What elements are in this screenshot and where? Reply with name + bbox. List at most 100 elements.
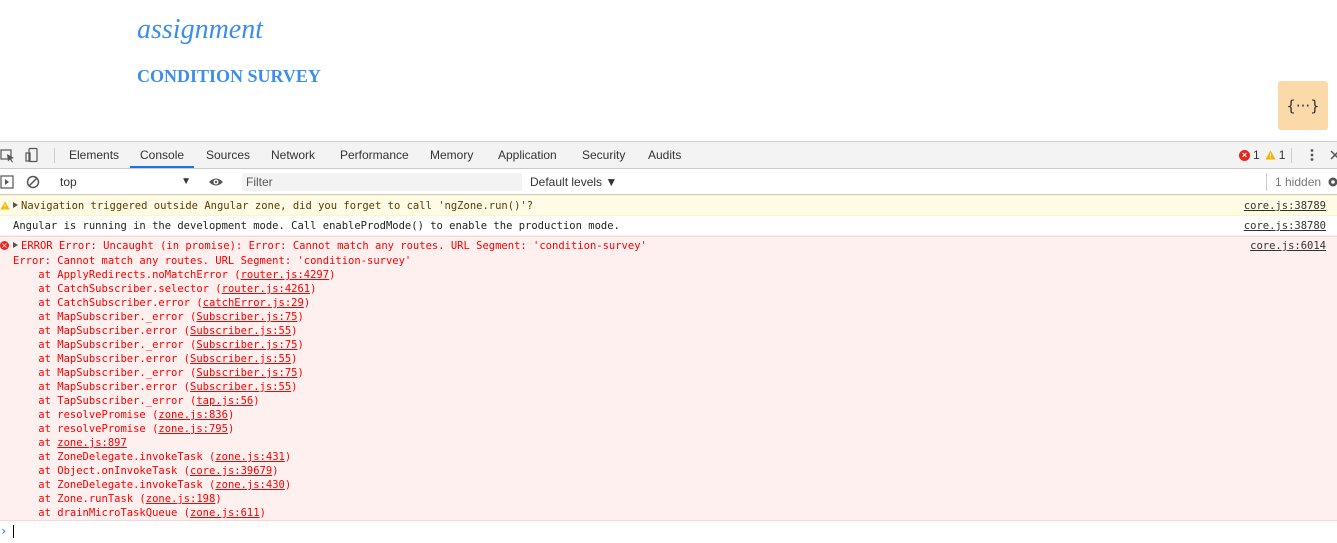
stack-frame-link[interactable]: Subscriber.js:55 xyxy=(190,353,291,365)
stack-frame-link[interactable]: zone.js:430 xyxy=(215,479,285,491)
json-viewer-button[interactable]: {···} xyxy=(1278,81,1328,130)
stack-frame-suffix: ) xyxy=(303,297,311,309)
tab-memory[interactable]: Memory xyxy=(430,142,473,168)
text-caret xyxy=(13,525,14,538)
hidden-messages-count: 1 hidden xyxy=(1266,173,1321,191)
page-area: assignment CONDITION SURVEY {···} xyxy=(0,0,1337,141)
console-messages: Navigation triggered outside Angular zon… xyxy=(0,195,1337,521)
stack-frame: at resolvePromise (zone.js:836) xyxy=(13,408,411,422)
error-message-line: Error: Cannot match any routes. URL Segm… xyxy=(13,255,412,267)
stack-frame-suffix: ) xyxy=(329,269,336,281)
console-settings-gear-icon[interactable] xyxy=(1325,174,1337,190)
tab-security[interactable]: Security xyxy=(582,142,625,168)
stack-frame-prefix: at ZoneDelegate.invokeTask ( xyxy=(13,451,216,463)
tab-network[interactable]: Network xyxy=(271,142,315,168)
error-header-row[interactable]: ERROR Error: Uncaught (in promise): Erro… xyxy=(13,240,647,252)
stack-frame-link[interactable]: zone.js:431 xyxy=(215,451,285,463)
tab-audits[interactable]: Audits xyxy=(648,142,681,168)
inspect-element-icon[interactable] xyxy=(0,147,16,163)
page-subtitle: CONDITION SURVEY xyxy=(137,66,321,86)
show-sidebar-icon[interactable] xyxy=(0,174,16,190)
stack-frame-suffix: ) xyxy=(297,311,304,323)
stack-frame-suffix: ) xyxy=(291,353,298,365)
error-icon: × xyxy=(1239,149,1250,161)
stack-frame-link[interactable]: core.js:39679 xyxy=(190,465,272,477)
warning-source-link[interactable]: core.js:38789 xyxy=(1244,200,1326,212)
error-header-text: ERROR Error: Uncaught (in promise): Erro… xyxy=(21,240,647,252)
stack-frame: at Object.onInvokeTask (core.js:39679) xyxy=(13,464,411,478)
stack-frame: at ZoneDelegate.invokeTask (zone.js:430) xyxy=(13,478,411,492)
devtools-tabbar: Elements Console Sources Network Perform… xyxy=(0,142,1337,169)
prompt-chevron-icon: › xyxy=(0,524,8,538)
stack-frame-prefix: at CatchSubscriber.selector ( xyxy=(13,283,222,295)
stack-frame: at MapSubscriber.error (Subscriber.js:55… xyxy=(13,352,411,366)
stack-frame-suffix: ) xyxy=(310,283,317,295)
stack-frame-suffix: ) xyxy=(227,409,235,421)
device-toolbar-icon[interactable] xyxy=(24,147,40,163)
stack-frame: at ZoneDelegate.invokeTask (zone.js:431) xyxy=(13,450,411,464)
error-icon: × xyxy=(0,241,9,250)
stack-frame-link[interactable]: router.js:4261 xyxy=(222,283,311,295)
stack-frame-suffix: ) xyxy=(297,367,304,379)
stack-frame: at TapSubscriber._error (tap.js:56) xyxy=(13,394,411,408)
tab-application[interactable]: Application xyxy=(498,142,557,168)
stack-frame-prefix: at Zone.runTask ( xyxy=(13,493,146,505)
stack-frame: at resolvePromise (zone.js:795) xyxy=(13,422,411,436)
tab-sources[interactable]: Sources xyxy=(206,142,250,168)
stack-frame-link[interactable]: zone.js:836 xyxy=(158,409,228,421)
stack-frame-prefix: at TapSubscriber._error ( xyxy=(13,395,197,407)
log-levels-dropdown[interactable]: Default levels ▼ xyxy=(530,173,617,191)
error-source-link[interactable]: core.js:6014 xyxy=(1250,240,1326,252)
stack-frame-link[interactable]: Subscriber.js:75 xyxy=(196,367,297,379)
stack-frame-prefix: at CatchSubscriber.error ( xyxy=(13,297,203,309)
stack-frame-link[interactable]: Subscriber.js:75 xyxy=(196,339,297,351)
issue-counts[interactable]: × 1 1 xyxy=(1239,142,1293,168)
console-info-message: Angular is running in the development mo… xyxy=(0,216,1337,236)
context-selector[interactable]: top ▼ xyxy=(55,173,195,191)
stack-frame-prefix: at ZoneDelegate.invokeTask ( xyxy=(13,479,216,491)
dropdown-arrow-icon: ▼ xyxy=(181,176,191,187)
stack-frame: at MapSubscriber.error (Subscriber.js:55… xyxy=(13,380,411,394)
filter-input[interactable] xyxy=(242,173,522,191)
console-prompt[interactable]: › xyxy=(0,522,1337,542)
stack-frame-link[interactable]: Subscriber.js:55 xyxy=(190,381,291,393)
stack-frame-suffix: ) xyxy=(253,395,260,407)
tab-elements[interactable]: Elements xyxy=(69,142,119,168)
stack-frame-link[interactable]: tap.js:56 xyxy=(196,395,253,407)
stack-frame-link[interactable]: zone.js:897 xyxy=(57,437,127,449)
close-devtools-icon[interactable] xyxy=(1327,147,1337,163)
clear-console-icon[interactable] xyxy=(25,174,41,190)
stack-frame-link[interactable]: Subscriber.js:75 xyxy=(196,311,297,323)
error-count: 1 xyxy=(1253,148,1260,162)
tab-console[interactable]: Console xyxy=(130,142,195,168)
stack-frame: at Zone.runTask (zone.js:198) xyxy=(13,492,411,506)
stack-frame-suffix: ) xyxy=(272,465,279,477)
devtools-panel: Elements Console Sources Network Perform… xyxy=(0,141,1337,543)
stack-frame: at zone.js:897 xyxy=(13,436,411,450)
stack-frame-link[interactable]: zone.js:795 xyxy=(158,423,228,435)
tab-performance[interactable]: Performance xyxy=(340,142,409,168)
stack-frame-prefix: at Object.onInvokeTask ( xyxy=(13,465,191,477)
stack-frame-prefix: at MapSubscriber._error ( xyxy=(13,367,197,379)
stack-frame: at ApplyRedirects.noMatchError (router.j… xyxy=(13,268,411,282)
stack-frame-link[interactable]: Subscriber.js:55 xyxy=(190,325,291,337)
stack-frame-prefix: at MapSubscriber.error ( xyxy=(13,353,191,365)
expand-triangle-icon xyxy=(13,202,18,208)
stack-frame-suffix: ) xyxy=(291,381,298,393)
stack-frame-prefix: at MapSubscriber.error ( xyxy=(13,325,191,337)
stack-frame: at CatchSubscriber.error (catchError.js:… xyxy=(13,296,411,310)
stack-frame-link[interactable]: catchError.js:29 xyxy=(203,297,304,309)
stack-frame-link[interactable]: router.js:4297 xyxy=(241,269,330,281)
stack-frame: at MapSubscriber._error (Subscriber.js:7… xyxy=(13,338,411,352)
warning-icon xyxy=(1265,150,1276,160)
info-source-link[interactable]: core.js:38780 xyxy=(1244,220,1326,232)
warning-text-row[interactable]: Navigation triggered outside Angular zon… xyxy=(13,200,533,212)
more-options-icon[interactable] xyxy=(1304,147,1320,163)
console-toolbar: top ▼ Default levels ▼ 1 hidden xyxy=(0,169,1337,195)
stack-frame-link[interactable]: zone.js:198 xyxy=(146,493,216,505)
stack-frame-prefix: at MapSubscriber._error ( xyxy=(13,339,197,351)
stack-frame-prefix: at MapSubscriber.error ( xyxy=(13,381,191,393)
counts-divider xyxy=(1291,147,1293,163)
live-expression-eye-icon[interactable] xyxy=(208,174,224,190)
stack-frame-link[interactable]: zone.js:611 xyxy=(190,507,260,519)
